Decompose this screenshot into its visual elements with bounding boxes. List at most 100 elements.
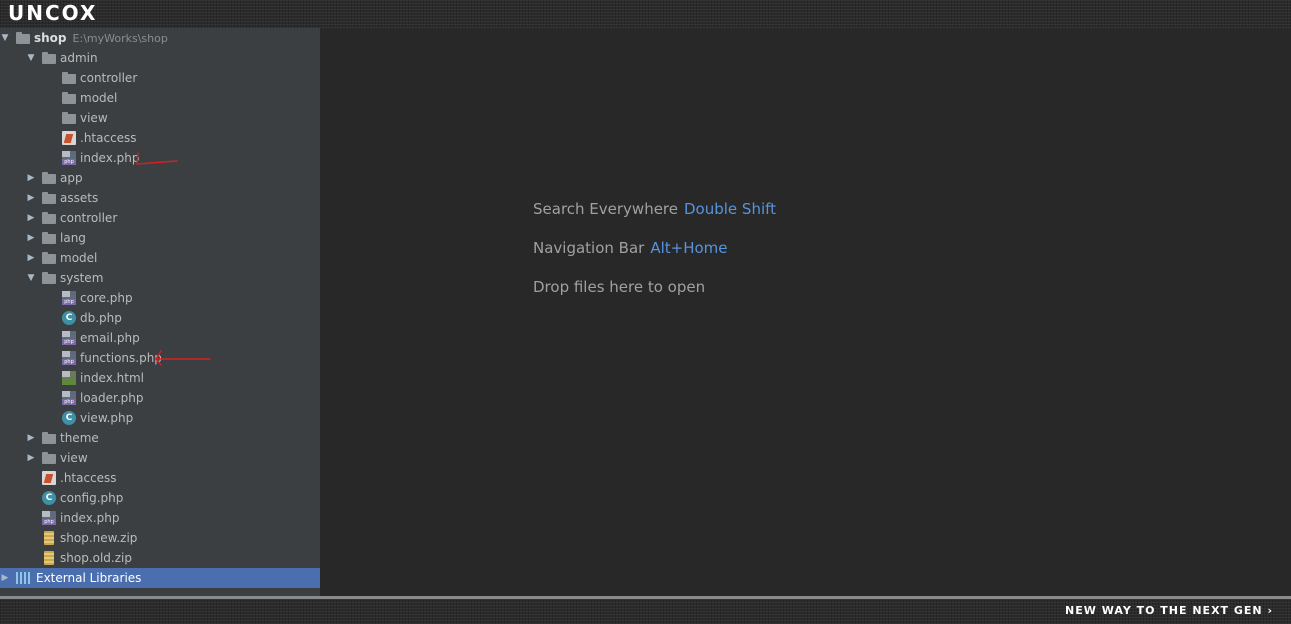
tree-item-label: loader.php [80, 391, 144, 405]
footer-band: NEW WAY TO THE NEXT GEN › [0, 596, 1291, 624]
tree-item[interactable]: ▼ system [0, 268, 320, 288]
tree-item[interactable]: ▼ admin [0, 48, 320, 68]
html-file-icon [62, 371, 76, 385]
brand-logo: UNCOX [8, 1, 98, 25]
tree-item[interactable]: ▶ model [0, 248, 320, 268]
tree-item[interactable]: email.php [0, 328, 320, 348]
tree-item[interactable]: core.php [0, 288, 320, 308]
tree-item[interactable]: shop.old.zip [0, 548, 320, 568]
collapse-arrow-icon[interactable]: ▼ [26, 48, 36, 68]
folder-icon [42, 251, 56, 265]
tree-item[interactable]: shop.new.zip [0, 528, 320, 548]
tree-item-label: shop.old.zip [60, 551, 132, 565]
footer-slogan: NEW WAY TO THE NEXT GEN › [1065, 604, 1273, 617]
htaccess-file-icon [42, 471, 56, 485]
tree-item[interactable]: controller [0, 68, 320, 88]
tree-item[interactable]: ▶ theme [0, 428, 320, 448]
expand-arrow-icon[interactable]: ▶ [26, 188, 36, 208]
tree-item[interactable]: index.php [0, 508, 320, 528]
expand-arrow-icon[interactable]: ▶ [26, 228, 36, 248]
folder-icon [42, 51, 56, 65]
expand-arrow-icon[interactable]: ▶ [26, 248, 36, 268]
zip-file-icon [44, 531, 54, 545]
tree-item[interactable]: index.html [0, 368, 320, 388]
folder-icon [42, 211, 56, 225]
php-file-icon [62, 331, 76, 345]
tree-arrow-spacer [26, 488, 36, 508]
tree-item-label: view [60, 451, 88, 465]
tree-item-label: config.php [60, 491, 124, 505]
tree-arrow-spacer [46, 128, 56, 148]
tree-item[interactable]: .htaccess [0, 128, 320, 148]
php-file-icon [62, 391, 76, 405]
tree-arrow-spacer [26, 508, 36, 528]
tree-item-label: index.php [60, 511, 120, 525]
tree-item[interactable]: ▶ lang [0, 228, 320, 248]
tree-item[interactable]: model [0, 88, 320, 108]
hint-shortcut[interactable]: Double Shift [684, 200, 776, 218]
tree-arrow-spacer [46, 108, 56, 128]
tree-arrow-spacer [46, 328, 56, 348]
tree-item-label: db.php [80, 311, 122, 325]
tree-item[interactable]: Cdb.php [0, 308, 320, 328]
tree-item-label: app [60, 171, 83, 185]
tree-item[interactable]: Cview.php [0, 408, 320, 428]
tree-item[interactable]: ▶ controller [0, 208, 320, 228]
tree-item[interactable]: ▶ view [0, 448, 320, 468]
tree-item[interactable]: ▶ app [0, 168, 320, 188]
editor-empty-area[interactable]: Search Everywhere Double Shift Navigation… [320, 28, 1291, 596]
tree-arrow-spacer [46, 348, 56, 368]
tree-item[interactable]: .htaccess [0, 468, 320, 488]
tree-item-label: model [80, 91, 118, 105]
tree-item-label: controller [60, 211, 118, 225]
tree-item-label: model [60, 251, 98, 265]
php-class-icon: C [42, 491, 56, 505]
hint-search-everywhere: Search Everywhere Double Shift [533, 200, 776, 218]
tree-arrow-spacer [46, 88, 56, 108]
hint-text: Navigation Bar [533, 239, 645, 257]
tree-item-label: email.php [80, 331, 140, 345]
hint-drop-files: Drop files here to open [533, 278, 705, 296]
tree-item-label: system [60, 271, 104, 285]
expand-arrow-icon[interactable]: ▶ [26, 208, 36, 228]
expand-arrow-icon[interactable]: ▶ [26, 428, 36, 448]
hint-navigation-bar: Navigation Bar Alt+Home [533, 239, 728, 257]
tree-arrow-spacer [26, 528, 36, 548]
tree-arrow-spacer [46, 148, 56, 168]
hint-text: Drop files here to open [533, 278, 706, 296]
tree-root[interactable]: ▼ shop E:\myWorks\shop [0, 28, 320, 48]
tree-item[interactable]: Cconfig.php [0, 488, 320, 508]
expand-arrow-icon[interactable]: ▶ [26, 448, 36, 468]
expand-arrow-icon[interactable]: ▼ [0, 28, 10, 48]
tree-item-label: lang [60, 231, 86, 245]
tree-item-label: view.php [80, 411, 134, 425]
collapse-arrow-icon[interactable]: ▼ [26, 268, 36, 288]
tree-item-label: view [80, 111, 108, 125]
hint-text: Search Everywhere [533, 200, 678, 218]
tree-item[interactable]: loader.php [0, 388, 320, 408]
php-file-icon [62, 291, 76, 305]
tree-item-label: theme [60, 431, 99, 445]
header-band: UNCOX [0, 0, 1291, 31]
tree-item-label: External Libraries [36, 571, 142, 585]
expand-arrow-icon[interactable]: ▶ [0, 568, 10, 588]
annotation-arrow-icon [136, 152, 178, 165]
htaccess-file-icon [62, 131, 76, 145]
project-tree[interactable]: ▼ shop E:\myWorks\shop ▼ admin controller m… [0, 28, 320, 596]
expand-arrow-icon[interactable]: ▶ [26, 168, 36, 188]
tree-item-label: core.php [80, 291, 133, 305]
folder-icon [42, 191, 56, 205]
tree-item-external-libraries[interactable]: ▶ External Libraries [0, 568, 320, 588]
tree-item-label: shop.new.zip [60, 531, 138, 545]
tree-item-label: admin [60, 51, 98, 65]
php-file-icon [62, 151, 76, 165]
tree-item[interactable]: view [0, 108, 320, 128]
php-class-icon: C [62, 411, 76, 425]
tree-arrow-spacer [46, 288, 56, 308]
tree-arrow-spacer [46, 308, 56, 328]
hint-shortcut[interactable]: Alt+Home [650, 239, 727, 257]
folder-icon [62, 111, 76, 125]
tree-arrow-spacer [46, 388, 56, 408]
project-root-name: shop [34, 31, 67, 45]
tree-item[interactable]: ▶ assets [0, 188, 320, 208]
